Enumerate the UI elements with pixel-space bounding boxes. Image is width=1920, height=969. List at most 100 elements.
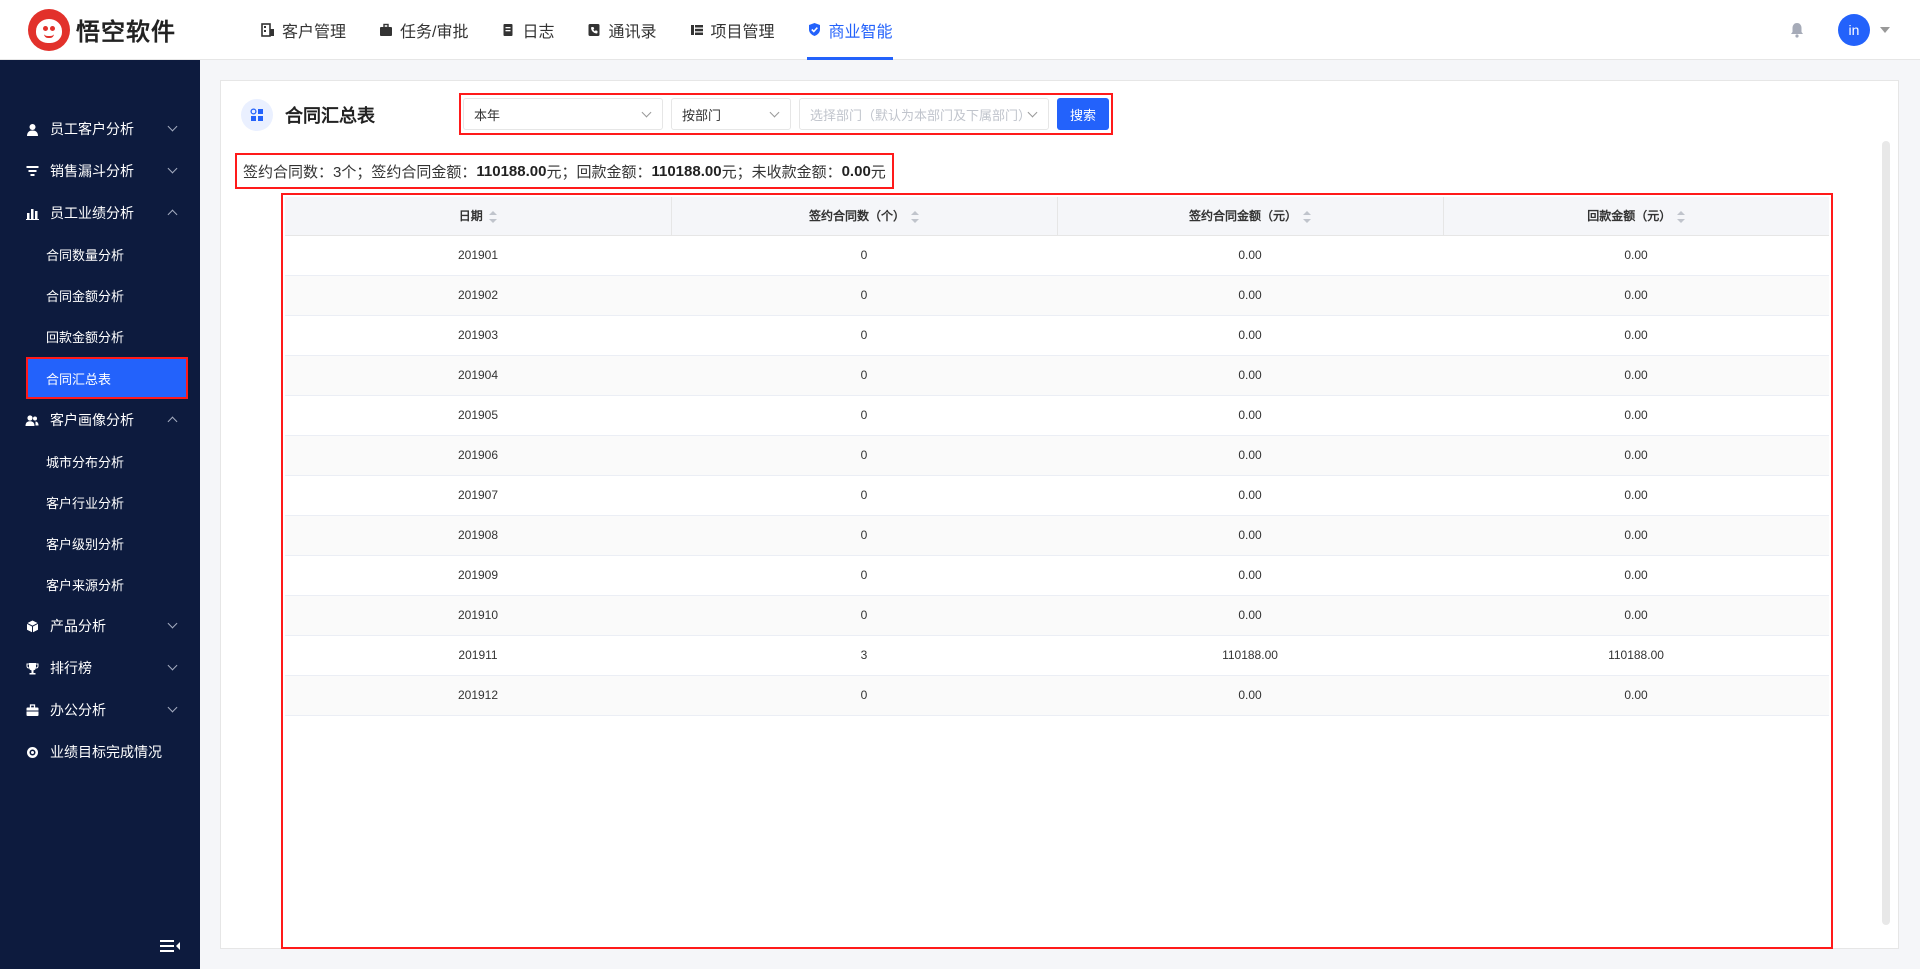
column-header-label: 签约合同数（个） xyxy=(808,209,905,224)
nav-logs[interactable]: 日志 xyxy=(484,0,570,60)
table-cell: 110188.00 xyxy=(1443,635,1829,676)
chevron-down-icon xyxy=(641,107,652,118)
table-cell: 0.00 xyxy=(1057,675,1443,716)
table-cell: 201912 xyxy=(285,675,671,716)
bar-chart-icon xyxy=(24,205,40,221)
sort-icon[interactable] xyxy=(911,211,919,224)
summary-table-container: 日期 签约合同数（个） 签约合同金额（元） 回款金额（元） 201901 0 0.0… xyxy=(281,193,1833,949)
table-cell: 0 xyxy=(671,395,1057,436)
column-header-contract-amount[interactable]: 签约合同金额（元） xyxy=(1057,197,1444,236)
nav-tasks-approvals[interactable]: 任务/审批 xyxy=(362,0,484,60)
sort-icon[interactable] xyxy=(1303,211,1311,224)
sidebar-group-target-completion[interactable]: 业绩目标完成情况 xyxy=(0,731,200,773)
shield-check-icon xyxy=(807,22,823,38)
bell-icon[interactable] xyxy=(1786,19,1808,41)
contract-summary-table: 日期 签约合同数（个） 签约合同金额（元） 回款金额（元） 201901 0 0.0… xyxy=(285,197,1829,716)
sidebar-item-payment-amount[interactable]: 回款金额分析 xyxy=(0,316,200,357)
table-cell: 0.00 xyxy=(1057,555,1443,596)
vertical-scrollbar[interactable] xyxy=(1882,141,1890,925)
table-cell: 110188.00 xyxy=(1057,635,1443,676)
sidebar-group-ranking[interactable]: 排行榜 xyxy=(0,647,200,689)
logo-text: 悟空软件 xyxy=(76,19,176,46)
top-nav: 客户管理 任务/审批 日志 通讯录 项目管理 商业智能 xyxy=(244,0,909,60)
table-row: 201901 0 0.00 0.00 xyxy=(285,235,1829,276)
period-select-value: 本年 xyxy=(474,107,501,123)
chevron-down-icon xyxy=(167,660,178,671)
sidebar-item-customer-level[interactable]: 客户级别分析 xyxy=(0,523,200,564)
sidebar-item-label: 客户级别分析 xyxy=(46,537,125,552)
table-body: 201901 0 0.00 0.00 201902 0 0.00 0.00 201903 0 0.0… xyxy=(285,235,1829,716)
table-cell: 0.00 xyxy=(1443,315,1829,356)
column-header-contract-count[interactable]: 签约合同数（个） xyxy=(671,197,1058,236)
table-row: 201907 0 0.00 0.00 xyxy=(285,475,1829,516)
sidebar-group-label: 销售漏斗分析 xyxy=(50,163,134,179)
table-cell: 0.00 xyxy=(1057,395,1443,436)
summary-bar: 签约合同数： 3个 ；签约合同金额： 110188.00 元 ；回款金额： 11… xyxy=(235,153,894,189)
nav-project-management[interactable]: 项目管理 xyxy=(673,0,791,60)
chevron-down-icon xyxy=(167,163,178,174)
table-cell: 201908 xyxy=(285,515,671,556)
nav-business-intelligence[interactable]: 商业智能 xyxy=(791,0,909,60)
sidebar-item-customer-industry[interactable]: 客户行业分析 xyxy=(0,482,200,523)
search-button[interactable]: 搜索 xyxy=(1057,98,1109,130)
department-select[interactable]: 选择部门（默认为本部门及下属部门） xyxy=(799,98,1049,130)
nav-label: 日志 xyxy=(522,23,555,41)
table-cell: 0.00 xyxy=(1057,515,1443,556)
table-cell: 0 xyxy=(671,595,1057,636)
summary-unit: 元 xyxy=(721,163,737,181)
group-type-select-value: 按部门 xyxy=(682,107,722,123)
table-cell: 0.00 xyxy=(1443,555,1829,596)
period-select[interactable]: 本年 xyxy=(463,98,663,130)
sidebar-item-contract-amount[interactable]: 合同金额分析 xyxy=(0,275,200,316)
table-cell: 0 xyxy=(671,675,1057,716)
sort-icon[interactable] xyxy=(1677,211,1686,224)
sidebar-group-sales-funnel[interactable]: 销售漏斗分析 xyxy=(0,150,200,192)
sidebar-group-customer-portrait[interactable]: 客户画像分析 xyxy=(0,399,200,441)
sidebar-item-label: 回款金额分析 xyxy=(46,330,125,345)
sidebar-menu: 员工客户分析 销售漏斗分析 员工业绩分析 合同数量分析 合同金额分析 回款金额分… xyxy=(0,60,200,773)
summary-received-amount: 110188.00 xyxy=(651,162,722,180)
column-header-received-amount[interactable]: 回款金额（元） xyxy=(1443,197,1829,236)
app-logo[interactable]: 悟空软件 xyxy=(28,8,206,51)
sidebar-item-city-distribution[interactable]: 城市分布分析 xyxy=(0,441,200,482)
funnel-icon xyxy=(24,163,40,179)
table-cell: 0 xyxy=(671,475,1057,516)
filter-bar: 本年 按部门 选择部门（默认为本部门及下属部门） 搜索 xyxy=(459,93,1113,135)
table-cell: 201911 xyxy=(285,635,671,676)
group-type-select[interactable]: 按部门 xyxy=(671,98,791,130)
briefcase-icon xyxy=(24,702,40,718)
chevron-up-icon xyxy=(167,209,178,220)
chevron-down-icon[interactable] xyxy=(1880,27,1890,33)
sidebar-item-customer-source[interactable]: 客户来源分析 xyxy=(0,564,200,605)
table-cell: 201910 xyxy=(285,595,671,636)
sidebar-group-employee-performance[interactable]: 员工业绩分析 xyxy=(0,192,200,234)
table-cell: 201907 xyxy=(285,475,671,516)
sidebar-group-label: 业绩目标完成情况 xyxy=(50,744,162,760)
table-cell: 0.00 xyxy=(1443,355,1829,396)
table-cell: 0 xyxy=(671,555,1057,596)
nav-label: 客户管理 xyxy=(282,23,347,41)
nav-contacts[interactable]: 通讯录 xyxy=(570,0,672,60)
grid-apps-icon xyxy=(241,99,273,131)
table-cell: 0.00 xyxy=(1057,315,1443,356)
sidebar-group-employee-customer[interactable]: 员工客户分析 xyxy=(0,108,200,150)
nav-customer-management[interactable]: 客户管理 xyxy=(244,0,362,60)
sidebar-group-product-analysis[interactable]: 产品分析 xyxy=(0,605,200,647)
people-icon xyxy=(24,412,40,428)
menu-collapse-icon[interactable] xyxy=(158,937,182,955)
table-cell: 201906 xyxy=(285,435,671,476)
table-cell: 0.00 xyxy=(1443,275,1829,316)
sidebar-item-contract-count[interactable]: 合同数量分析 xyxy=(0,234,200,275)
sidebar-item-contract-summary[interactable]: 合同汇总表 xyxy=(26,357,188,399)
sidebar-group-label: 办公分析 xyxy=(50,702,106,718)
sidebar-group-office-analysis[interactable]: 办公分析 xyxy=(0,689,200,731)
table-cell: 201905 xyxy=(285,395,671,436)
summary-label: 签约合同数： xyxy=(243,163,334,181)
table-cell: 0.00 xyxy=(1057,235,1443,276)
sort-icon[interactable] xyxy=(488,211,497,224)
table-row: 201902 0 0.00 0.00 xyxy=(285,275,1829,316)
table-cell: 201909 xyxy=(285,555,671,596)
column-header-date[interactable]: 日期 xyxy=(285,197,672,236)
avatar[interactable]: in xyxy=(1838,14,1870,46)
table-cell: 0.00 xyxy=(1057,595,1443,636)
